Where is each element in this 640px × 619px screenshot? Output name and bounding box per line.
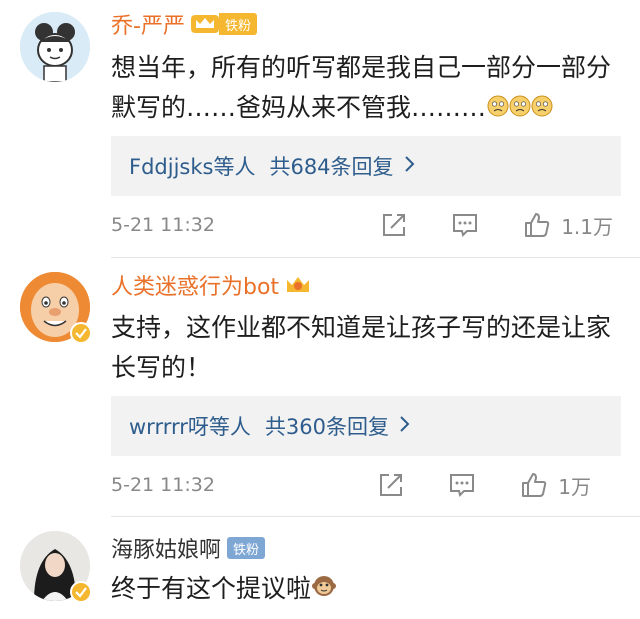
avatar[interactable] bbox=[20, 272, 92, 344]
username[interactable]: 海豚姑娘啊 bbox=[111, 532, 221, 564]
monkey-emoji-icon bbox=[312, 570, 337, 610]
timestamp: 5-21 11:32 bbox=[111, 214, 215, 236]
share-icon bbox=[380, 474, 403, 496]
action-bar: 1.1万 bbox=[381, 209, 613, 241]
avatar[interactable] bbox=[20, 531, 92, 603]
comment-icon bbox=[453, 214, 478, 237]
verified-icon bbox=[70, 322, 92, 344]
comment-text-body: 支持，这作业都不知道是让孩子写的还是让家长写的！ bbox=[111, 313, 612, 382]
comment-meta: 5-21 11:32 1.1万 bbox=[111, 209, 621, 241]
crown-badge bbox=[285, 274, 311, 296]
replies-users[interactable]: wrrrrr呀等人 bbox=[129, 411, 251, 441]
chevron-right-icon bbox=[399, 414, 411, 438]
comment-2: 人类迷惑行为bot 支持，这作业都不知道是让孩子写的还是让家长写的！ wrrrr… bbox=[0, 258, 640, 516]
share-button[interactable] bbox=[378, 472, 404, 498]
comment-text: 终于有这个提议啦 bbox=[111, 569, 621, 610]
verified-icon bbox=[70, 581, 92, 603]
comment-meta: 5-21 11:32 1万 bbox=[111, 469, 621, 501]
share-button[interactable] bbox=[381, 212, 407, 238]
avatar[interactable] bbox=[20, 12, 90, 82]
share-icon bbox=[383, 214, 406, 236]
comment-text: 支持，这作业都不知道是让孩子写的还是让家长写的！ bbox=[111, 308, 621, 388]
badge[interactable]: 铁粉 bbox=[190, 13, 257, 35]
comment-3: 海豚姑娘啊 铁粉 终于有这个提议啦 bbox=[0, 517, 640, 619]
replies-box[interactable]: Fddjjsks等人 共684条回复 bbox=[111, 136, 621, 196]
replies-count[interactable]: 共684条回复 bbox=[269, 151, 393, 181]
username[interactable]: 人类迷惑行为bot bbox=[111, 269, 279, 301]
like-count: 1.1万 bbox=[561, 214, 613, 239]
like-count: 1万 bbox=[558, 474, 591, 499]
comment-text-body: 终于有这个提议啦 bbox=[111, 574, 312, 603]
username-row: 海豚姑娘啊 铁粉 bbox=[111, 532, 266, 564]
username-row: 人类迷惑行为bot bbox=[111, 270, 311, 300]
badge-label: 铁粉 bbox=[218, 13, 257, 35]
badge-label[interactable]: 铁粉 bbox=[227, 537, 266, 559]
like-button[interactable]: 1万 bbox=[520, 471, 591, 500]
timestamp: 5-21 11:32 bbox=[111, 474, 215, 496]
username[interactable]: 乔-严严 bbox=[111, 8, 185, 40]
replies-box[interactable]: wrrrrr呀等人 共360条回复 bbox=[111, 396, 621, 456]
comment-button[interactable] bbox=[448, 472, 476, 498]
avatar-cartoon-girl-icon bbox=[20, 12, 90, 82]
chevron-right-icon bbox=[404, 154, 416, 178]
action-bar: 1万 bbox=[378, 469, 613, 501]
crown-badge-icon bbox=[287, 277, 310, 292]
emoji-face-icon bbox=[487, 89, 553, 129]
crown-badge-icon bbox=[190, 15, 219, 33]
comment-icon bbox=[450, 474, 475, 497]
replies-count[interactable]: 共360条回复 bbox=[265, 411, 389, 441]
username-row: 乔-严严 铁粉 bbox=[111, 9, 257, 39]
like-icon bbox=[525, 213, 550, 237]
comment-button[interactable] bbox=[451, 212, 479, 238]
like-button[interactable]: 1.1万 bbox=[523, 211, 613, 240]
like-icon bbox=[522, 473, 547, 497]
replies-users[interactable]: Fddjjsks等人 bbox=[129, 151, 255, 181]
comment-1: 乔-严严 铁粉 想当年，所有的听写都是我自己一部分一部分默写的……爸妈从来不管我… bbox=[0, 0, 640, 258]
comment-text: 想当年，所有的听写都是我自己一部分一部分默写的……爸妈从来不管我……… bbox=[111, 48, 621, 129]
